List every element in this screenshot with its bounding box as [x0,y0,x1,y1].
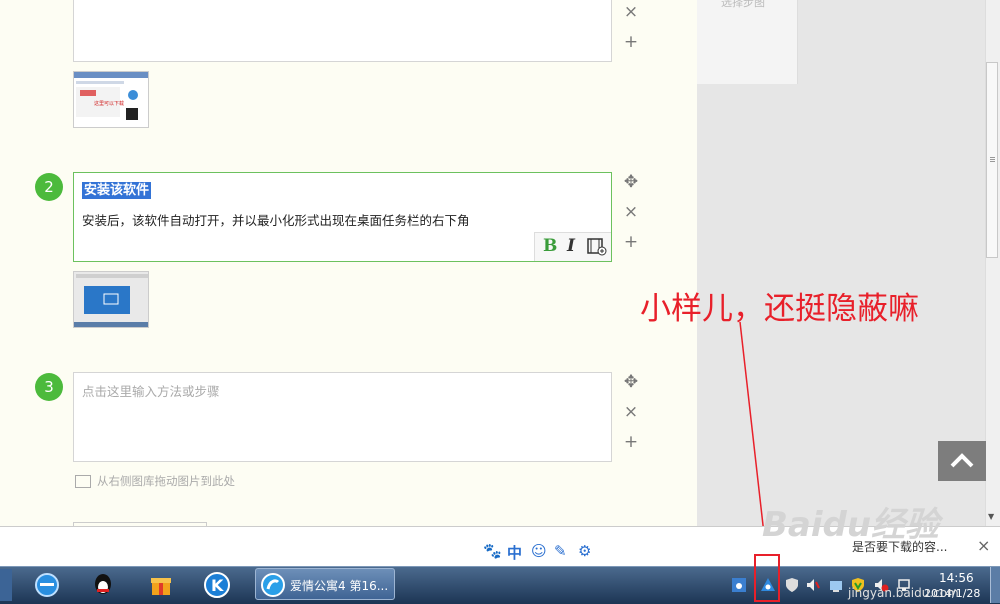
paw-icon[interactable]: 🐾 [483,542,502,560]
side-panel: 选择步图 [697,0,798,84]
k-player-icon[interactable]: K [200,570,234,600]
network-icon[interactable] [828,577,844,593]
step-2-remove-icon[interactable]: × [623,203,639,221]
step-number: 3 [35,373,63,401]
start-button-edge[interactable] [0,569,12,601]
highlight-box [754,554,780,602]
ie-icon[interactable] [30,570,64,600]
scroll-down-arrow-icon[interactable]: ▼ [988,512,994,521]
smiley-icon[interactable]: ☺ [531,542,547,560]
step-2-image-thumb[interactable] [73,271,149,328]
step-1-image-thumb[interactable]: 这里可以下载 [73,71,149,128]
image-drop-hint: 从右侧图库拖动图片到此处 [75,473,235,489]
step-1-textbox[interactable] [73,0,612,62]
chevron-up-icon [950,453,974,468]
step-number: 2 [35,173,63,201]
speaker-icon[interactable] [805,577,821,593]
format-toolbar: B I [534,232,611,261]
video-icon[interactable] [587,238,607,256]
italic-button[interactable]: I [567,236,575,256]
svg-text:这里可以下载: 这里可以下载 [94,100,124,107]
bold-button[interactable]: B [543,236,557,256]
step-3-add-icon[interactable]: + [623,433,639,451]
step-2-add-icon[interactable]: + [623,233,639,251]
step-title[interactable]: 安装该软件 [82,182,152,199]
show-desktop-button[interactable] [990,567,1000,603]
step-1-add-icon[interactable]: + [623,33,639,51]
step-placeholder: 点击这里输入方法或步骤 [82,384,220,399]
step-editor: 这里可以下载 × + 2 安装该软件 安装后，该软件自动打开，并以最小化形式出现… [0,0,697,526]
step-3-remove-icon[interactable]: × [623,403,639,421]
svg-text:K: K [211,576,224,595]
drop-hint-text: 从右侧图库拖动图片到此处 [97,474,235,488]
taskbar-task-label: 爱情公寓4 第16... [290,579,389,593]
step-3-textbox[interactable]: 点击这里输入方法或步骤 [73,372,612,462]
step-body[interactable]: 安装后，该软件自动打开，并以最小化形式出现在桌面任务栏的右下角 [82,210,470,229]
notification-close-button[interactable]: × [977,536,990,555]
qq-icon[interactable] [86,570,120,600]
step-2-move-icon[interactable]: ✥ [623,173,639,191]
ime-lang-button[interactable]: 中 [507,542,522,563]
ime-toolbar: 🐾 中 ☺ ✎ ⚙ [480,542,600,562]
image-icon [75,475,91,488]
step-3-move-icon[interactable]: ✥ [623,373,639,391]
shield-icon[interactable] [784,577,800,593]
notification-text[interactable]: 是否要下载的容... [852,538,947,555]
tray-paw-icon[interactable] [731,577,747,593]
clock-time[interactable]: 14:56 [939,571,974,585]
step-1-remove-icon[interactable]: × [623,3,639,21]
pen-icon[interactable]: ✎ [554,542,567,560]
gift-box-icon[interactable] [144,570,178,600]
step-2-textbox[interactable]: 安装该软件 安装后，该软件自动打开，并以最小化形式出现在桌面任务栏的右下角 B … [73,172,612,262]
annotation-text: 小样儿，还挺隐蔽嘛 [640,291,919,327]
watermark-url: jingyan.baidu.com [848,586,959,600]
side-panel-label: 选择步图 [721,0,765,9]
gear-icon[interactable]: ⚙ [578,542,591,560]
scrollbar-thumb[interactable] [986,62,998,258]
media-player-icon [256,570,290,600]
back-to-top-button[interactable] [938,441,986,481]
